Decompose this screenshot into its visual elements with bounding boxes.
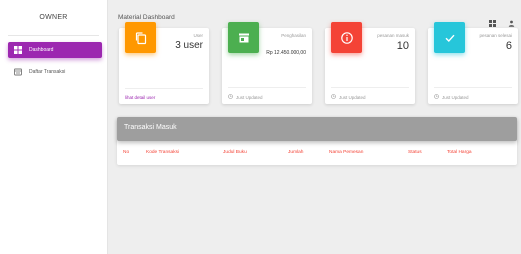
check-icon bbox=[434, 22, 465, 53]
sidebar-item-daftar-transaksi[interactable]: Daftar Transaksi bbox=[8, 64, 102, 80]
page-title: Material Dashboard bbox=[118, 14, 175, 21]
grid-icon[interactable] bbox=[489, 14, 496, 27]
stat-footer: Just Updated bbox=[331, 87, 409, 100]
sidebar-item-label: Daftar Transaksi bbox=[29, 69, 66, 75]
dashboard-icon bbox=[14, 46, 22, 54]
stat-footer: lihat detail user bbox=[125, 88, 203, 100]
stat-footer-text: Just Updated bbox=[236, 94, 263, 100]
column-header-no[interactable]: No bbox=[123, 150, 129, 155]
sidebar-brand: OWNER bbox=[8, 0, 99, 36]
store-icon bbox=[228, 22, 259, 53]
stat-value: 10 bbox=[396, 40, 409, 52]
info-icon bbox=[331, 22, 362, 53]
stat-footer: Just Updated bbox=[434, 87, 512, 100]
stat-card-pesanan-masuk: pesanan masuk 10 Just Updated bbox=[325, 22, 415, 104]
stat-label: pesanan selesai bbox=[479, 33, 512, 38]
app-root: OWNER Dashboard Daftar Transaksi Materia… bbox=[0, 0, 521, 254]
clock-icon bbox=[228, 94, 233, 100]
transaksi-masuk-panel: Transaksi Masuk No Kode Transaksi Judul … bbox=[117, 117, 517, 165]
stat-label: User bbox=[193, 33, 203, 38]
sidebar-item-label: Dashboard bbox=[29, 47, 54, 53]
receipt-icon bbox=[14, 68, 22, 76]
clock-icon bbox=[331, 94, 336, 100]
copy-icon bbox=[125, 22, 156, 53]
view-user-detail-link[interactable]: lihat detail user bbox=[125, 95, 155, 100]
column-header-judul-buku[interactable]: Judul Buku bbox=[223, 150, 247, 155]
stat-label: Penghasilan bbox=[281, 33, 306, 38]
column-header-jumlah[interactable]: Jumlah bbox=[288, 150, 303, 155]
clock-icon bbox=[434, 94, 439, 100]
stat-value: Rp 12.450.000,00 bbox=[266, 50, 306, 56]
stat-label: pesanan masuk bbox=[377, 33, 409, 38]
stat-card-pesanan-selesai: pesanan selesai 6 Just Updated bbox=[428, 22, 518, 104]
sidebar: OWNER Dashboard Daftar Transaksi bbox=[0, 0, 108, 254]
stat-footer-text: Just Updated bbox=[339, 94, 366, 100]
column-header-kode-transaksi[interactable]: Kode Transaksi bbox=[146, 150, 179, 155]
stat-card-user: User 3 user lihat detail user bbox=[119, 22, 209, 104]
column-header-status[interactable]: Status bbox=[408, 150, 422, 155]
column-header-nama-pemesan[interactable]: Nama Pemesan bbox=[329, 150, 363, 155]
stat-card-penghasilan: Penghasilan Rp 12.450.000,00 Just Update… bbox=[222, 22, 312, 104]
column-header-total-harga[interactable]: Total Harga bbox=[447, 150, 472, 155]
person-icon[interactable] bbox=[508, 14, 515, 27]
sidebar-item-dashboard[interactable]: Dashboard bbox=[8, 42, 102, 58]
stat-footer-text: Just Updated bbox=[442, 94, 469, 100]
topbar-actions bbox=[489, 14, 515, 27]
stat-value: 3 user bbox=[175, 40, 203, 51]
panel-title: Transaksi Masuk bbox=[117, 117, 517, 141]
table-header: No Kode Transaksi Judul Buku Jumlah Nama… bbox=[117, 150, 517, 160]
main-content: Material Dashboard User 3 user lihat det… bbox=[108, 0, 521, 254]
stat-footer: Just Updated bbox=[228, 87, 306, 100]
stat-value: 6 bbox=[505, 40, 512, 52]
